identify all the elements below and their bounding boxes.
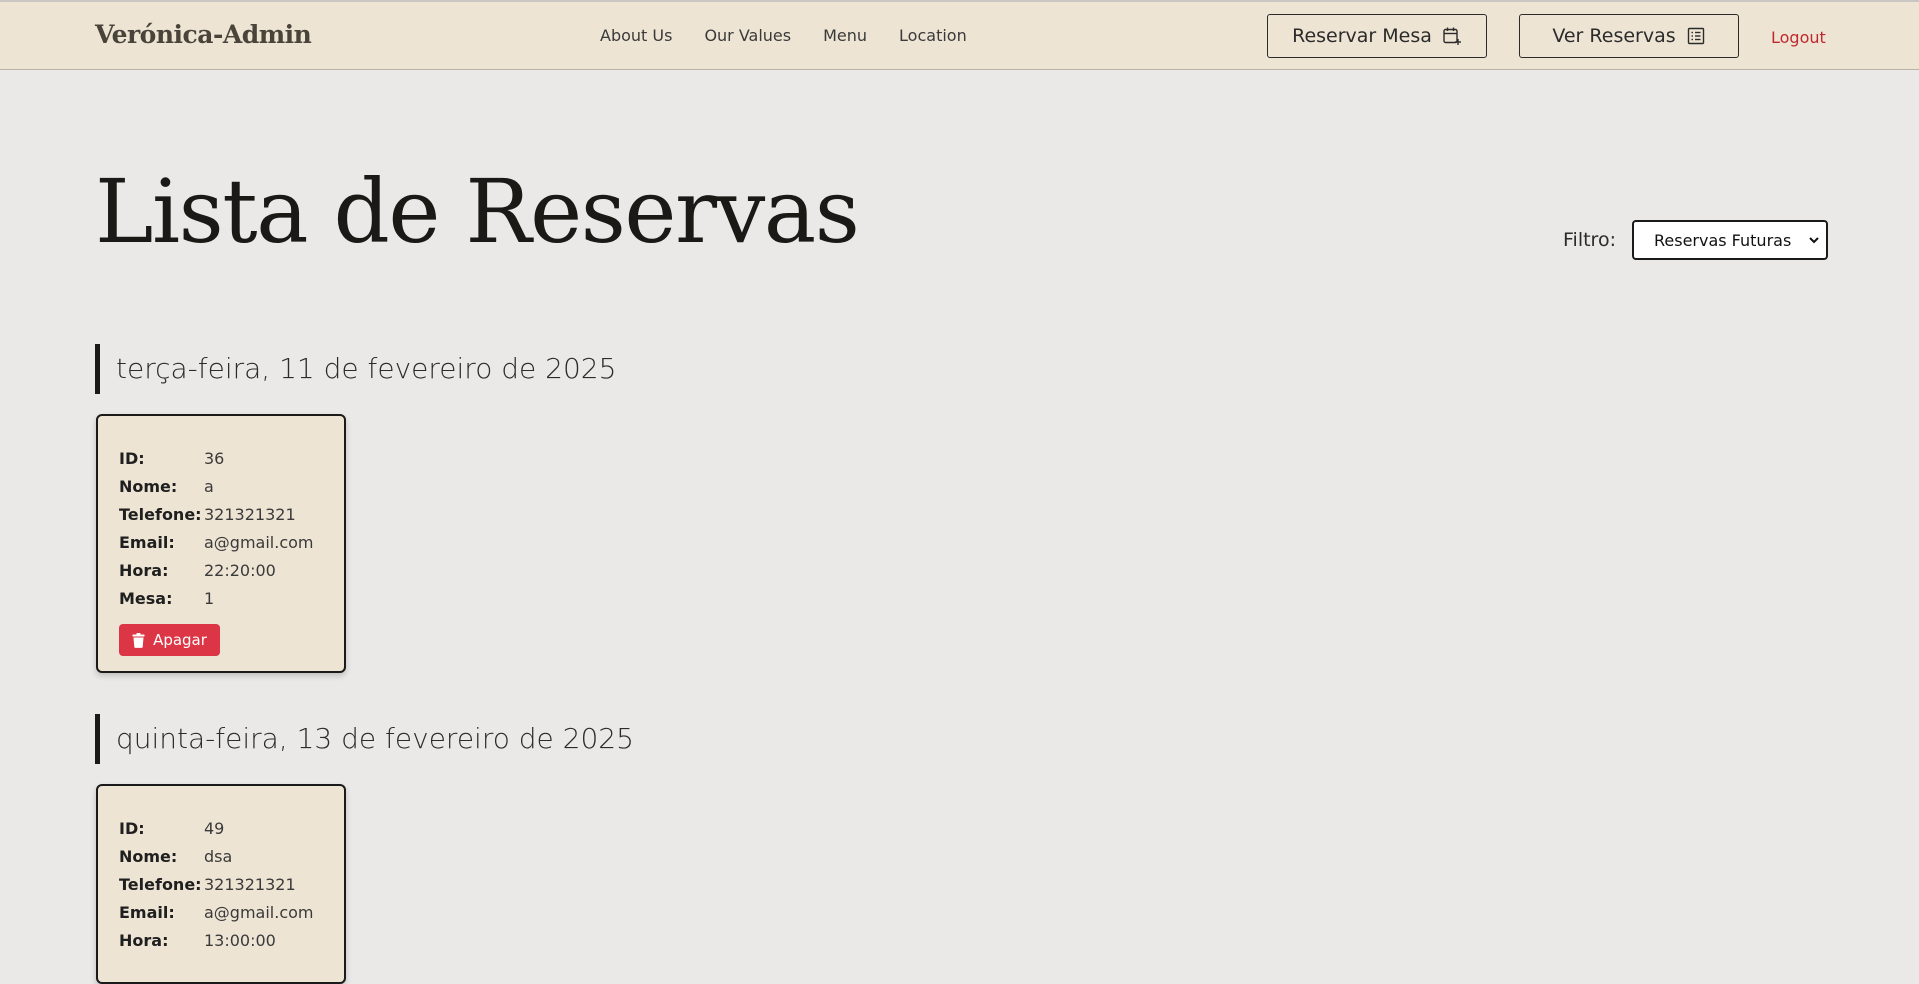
field-value: 22:20:00	[204, 560, 276, 580]
nav-about-us[interactable]: About Us	[600, 26, 672, 45]
page-title: Lista de Reservas	[95, 160, 860, 263]
filter-control: Filtro: Reservas Futuras	[1563, 220, 1828, 260]
main-nav: About Us Our Values Menu Location	[600, 26, 967, 45]
field-row-telefone: Telefone: 321321321	[119, 500, 344, 528]
filter-select[interactable]: Reservas Futuras	[1631, 220, 1828, 260]
brand-logo[interactable]: Verónica-Admin	[95, 20, 312, 49]
field-value: a	[204, 476, 214, 496]
field-label: Nome:	[119, 476, 178, 496]
delete-button[interactable]: Apagar	[119, 624, 220, 656]
field-value: 49	[204, 818, 225, 838]
field-row-email: Email: a@gmail.com	[119, 528, 344, 556]
list-icon	[1687, 27, 1704, 45]
ver-reservas-button[interactable]: Ver Reservas	[1519, 14, 1739, 58]
trash-icon	[132, 632, 145, 648]
field-label: Telefone:	[119, 504, 202, 524]
field-row-id: ID: 49	[119, 814, 344, 842]
field-value: a@gmail.com	[204, 532, 314, 552]
field-row-mesa: Mesa: 1	[119, 584, 344, 612]
filter-select-value: Reservas Futuras	[1653, 230, 1792, 250]
chevron-down-icon	[1809, 237, 1819, 244]
ver-reservas-label: Ver Reservas	[1552, 25, 1676, 47]
nav-menu[interactable]: Menu	[823, 26, 867, 45]
reservar-mesa-label: Reservar Mesa	[1292, 25, 1432, 47]
reservation-card: ID: 36 Nome: a Telefone: 321321321 Email…	[96, 414, 346, 673]
top-navbar: Verónica-Admin About Us Our Values Menu …	[0, 2, 1919, 70]
field-value: 1	[204, 588, 215, 608]
field-label: Email:	[119, 902, 175, 922]
field-label: Hora:	[119, 560, 169, 580]
field-row-id: ID: 36	[119, 444, 344, 472]
field-value: dsa	[204, 846, 233, 866]
reservar-mesa-button[interactable]: Reservar Mesa	[1267, 14, 1487, 58]
nav-our-values[interactable]: Our Values	[704, 26, 791, 45]
date-heading: terça-feira, 11 de fevereiro de 2025	[95, 344, 616, 394]
field-row-telefone: Telefone: 321321321	[119, 870, 344, 898]
field-row-email: Email: a@gmail.com	[119, 898, 344, 926]
field-value: 13:00:00	[204, 930, 276, 950]
calendar-plus-icon	[1443, 27, 1461, 45]
field-row-nome: Nome: a	[119, 472, 344, 500]
field-value: 321321321	[204, 504, 296, 524]
field-value: a@gmail.com	[204, 902, 314, 922]
field-label: Email:	[119, 532, 175, 552]
delete-button-label: Apagar	[153, 631, 207, 649]
field-row-hora: Hora: 13:00:00	[119, 926, 344, 954]
field-value: 36	[204, 448, 225, 468]
field-row-nome: Nome: dsa	[119, 842, 344, 870]
field-label: Telefone:	[119, 874, 202, 894]
logout-link[interactable]: Logout	[1771, 28, 1826, 47]
field-row-hora: Hora: 22:20:00	[119, 556, 344, 584]
reservation-card: ID: 49 Nome: dsa Telefone: 321321321 Ema…	[96, 784, 346, 984]
filter-label: Filtro:	[1563, 229, 1616, 251]
field-label: Nome:	[119, 846, 178, 866]
field-label: Mesa:	[119, 588, 173, 608]
date-heading: quinta-feira, 13 de fevereiro de 2025	[95, 714, 634, 764]
field-label: ID:	[119, 818, 145, 838]
field-label: ID:	[119, 448, 145, 468]
field-label: Hora:	[119, 930, 169, 950]
field-value: 321321321	[204, 874, 296, 894]
nav-location[interactable]: Location	[899, 26, 967, 45]
